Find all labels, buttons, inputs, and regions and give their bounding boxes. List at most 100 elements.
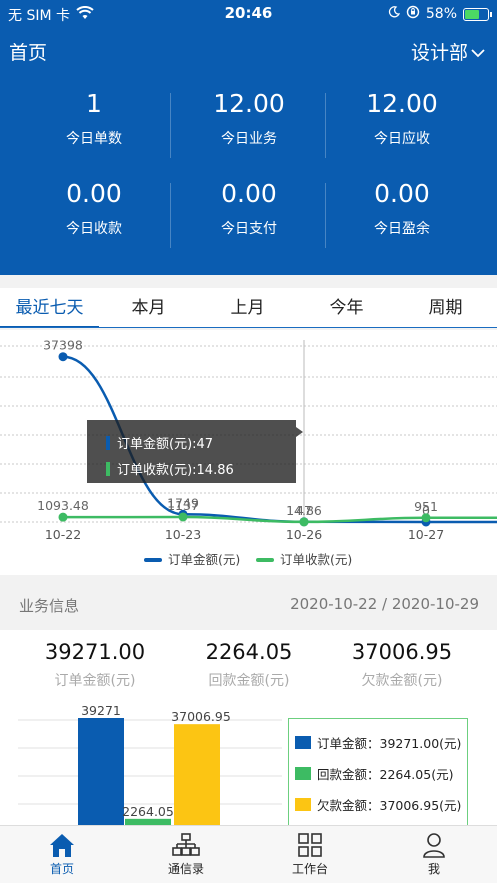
date-range[interactable]: 2020-10-22 / 2020-10-29 xyxy=(290,595,479,613)
data-point xyxy=(421,513,431,523)
bar-chart-legend: 订单金额：39271.00(元) 回款金额：2264.05(元) 欠款金额：37… xyxy=(288,718,468,828)
summary-value: 39271.00 xyxy=(44,640,146,664)
business-info-bar: 业务信息 2020-10-22 / 2020-10-29 xyxy=(0,580,497,630)
data-point xyxy=(58,352,68,362)
stat-label: 今日单数 xyxy=(66,131,122,147)
tabbar-me[interactable]: 我 xyxy=(372,832,496,877)
nav-bar: 首页 设计部 xyxy=(0,36,497,66)
x-tick-label: 10-26 xyxy=(286,527,322,542)
summary-owed-amount: 37006.95 欠款金额(元) xyxy=(319,640,485,690)
stat-value: 12.00 xyxy=(366,89,438,118)
legend-label: 订单金额：39271.00(元) xyxy=(317,736,462,751)
rotation-lock-icon xyxy=(406,5,420,23)
status-bar: 无 SIM 卡 20:46 58% xyxy=(0,0,497,28)
summary-label: 欠款金额(元) xyxy=(361,673,443,689)
tooltip-text: 订单金额(元):47 xyxy=(117,436,213,452)
tabbar-contacts[interactable]: 通信录 xyxy=(124,832,248,877)
bar xyxy=(174,724,220,825)
grid-icon xyxy=(248,832,372,858)
section-title: 业务信息 xyxy=(19,597,80,615)
legend-swatch xyxy=(295,798,311,811)
stat-value: 0.00 xyxy=(66,179,122,208)
x-tick-label: 10-27 xyxy=(408,527,444,542)
org-chart-icon xyxy=(124,832,248,858)
tabbar-label: 工作台 xyxy=(291,862,328,876)
divider xyxy=(325,93,326,158)
user-icon xyxy=(372,832,496,858)
legend-swatch xyxy=(144,558,162,562)
data-point xyxy=(58,512,68,522)
stat-label: 今日支付 xyxy=(221,221,277,237)
summary-label: 回款金额(元) xyxy=(208,673,290,689)
stat-orders[interactable]: 1 今日单数 xyxy=(11,88,177,148)
department-selector[interactable]: 设计部 xyxy=(411,38,485,65)
tab-period[interactable]: 周期 xyxy=(396,288,495,328)
legend-label: 欠款金额：37006.95(元) xyxy=(317,798,462,813)
data-label: 1093.48 xyxy=(37,498,89,513)
summary-value: 2264.05 xyxy=(205,640,293,664)
legend-swatch xyxy=(295,767,311,780)
legend-label: 订单金额(元) xyxy=(168,552,240,567)
tab-this-year[interactable]: 今年 xyxy=(297,288,396,328)
department-label: 设计部 xyxy=(410,42,468,64)
summary-collected-amount: 2264.05 回款金额(元) xyxy=(166,640,332,690)
tabbar-workbench[interactable]: 工作台 xyxy=(248,832,372,877)
stat-receivable[interactable]: 12.00 今日应收 xyxy=(319,88,485,148)
tabbar-label: 首页 xyxy=(49,862,74,876)
data-point xyxy=(178,512,188,522)
stat-value: 1 xyxy=(86,89,102,118)
legend-item: 回款金额：2264.05(元) xyxy=(295,764,453,783)
summary-order-amount: 39271.00 订单金额(元) xyxy=(12,640,178,690)
divider xyxy=(170,93,171,158)
home-icon xyxy=(0,832,124,858)
legend-swatch xyxy=(295,736,311,749)
bar-value-label: 2264.05 xyxy=(122,804,174,819)
bar xyxy=(78,718,124,825)
data-label: 37398 xyxy=(43,338,83,353)
stat-label: 今日收款 xyxy=(66,221,122,237)
stat-surplus[interactable]: 0.00 今日盈余 xyxy=(319,178,485,238)
stat-value: 0.00 xyxy=(374,179,430,208)
tabbar-label: 我 xyxy=(427,862,440,876)
tab-last-seven-days[interactable]: 最近七天 xyxy=(0,288,99,328)
tab-this-month[interactable]: 本月 xyxy=(99,288,198,328)
bar-value-label: 39271 xyxy=(81,703,121,718)
legend-label: 订单收款(元) xyxy=(280,552,352,567)
data-point xyxy=(299,517,309,527)
tooltip-text: 订单收款(元):14.86 xyxy=(117,463,234,478)
trend-chart[interactable]: 10-22 10-23 10-26 10-27 37398 1749 47 0 1093.48 1… xyxy=(0,330,497,575)
summary-label: 订单金额(元) xyxy=(54,673,136,689)
stat-paid[interactable]: 0.00 今日支付 xyxy=(166,178,332,238)
tab-last-month[interactable]: 上月 xyxy=(198,288,297,328)
data-label: 951 xyxy=(414,499,438,514)
stat-label: 今日应收 xyxy=(374,131,430,147)
legend-item: 欠款金额：37006.95(元) xyxy=(295,795,461,814)
legend-swatch xyxy=(256,558,274,562)
tabbar-home[interactable]: 首页 xyxy=(0,832,124,877)
x-tick-label: 10-23 xyxy=(165,527,201,542)
tabbar-label: 通信录 xyxy=(167,862,204,876)
bar-value-label: 37006.95 xyxy=(171,709,231,724)
chevron-down-icon xyxy=(471,41,485,63)
bottom-tab-bar: 首页 通信录 工作台 我 xyxy=(0,825,497,883)
x-tick-label: 10-22 xyxy=(45,527,81,542)
tooltip-swatch xyxy=(106,436,110,450)
stat-value: 0.00 xyxy=(221,179,277,208)
battery-percent: 58% xyxy=(425,6,457,22)
battery-icon xyxy=(463,7,492,21)
legend-item: 订单金额：39271.00(元) xyxy=(295,733,461,752)
stat-collected[interactable]: 0.00 今日收款 xyxy=(11,178,177,238)
stat-label: 今日业务 xyxy=(221,131,277,147)
tooltip-swatch xyxy=(106,462,110,476)
divider xyxy=(170,183,171,248)
period-tabs: 最近七天 本月 上月 今年 周期 xyxy=(0,288,497,328)
stat-business[interactable]: 12.00 今日业务 xyxy=(166,88,332,148)
summary-value: 37006.95 xyxy=(351,640,453,664)
trend-chart-svg: 10-22 10-23 10-26 10-2737398174947 01093.48 1… xyxy=(0,338,497,567)
divider xyxy=(325,183,326,248)
page-title: 首页 xyxy=(9,42,48,64)
tabs-underline xyxy=(0,327,497,328)
moon-icon xyxy=(388,6,400,22)
stat-value: 12.00 xyxy=(213,89,285,118)
data-label: 1137 xyxy=(167,498,199,513)
